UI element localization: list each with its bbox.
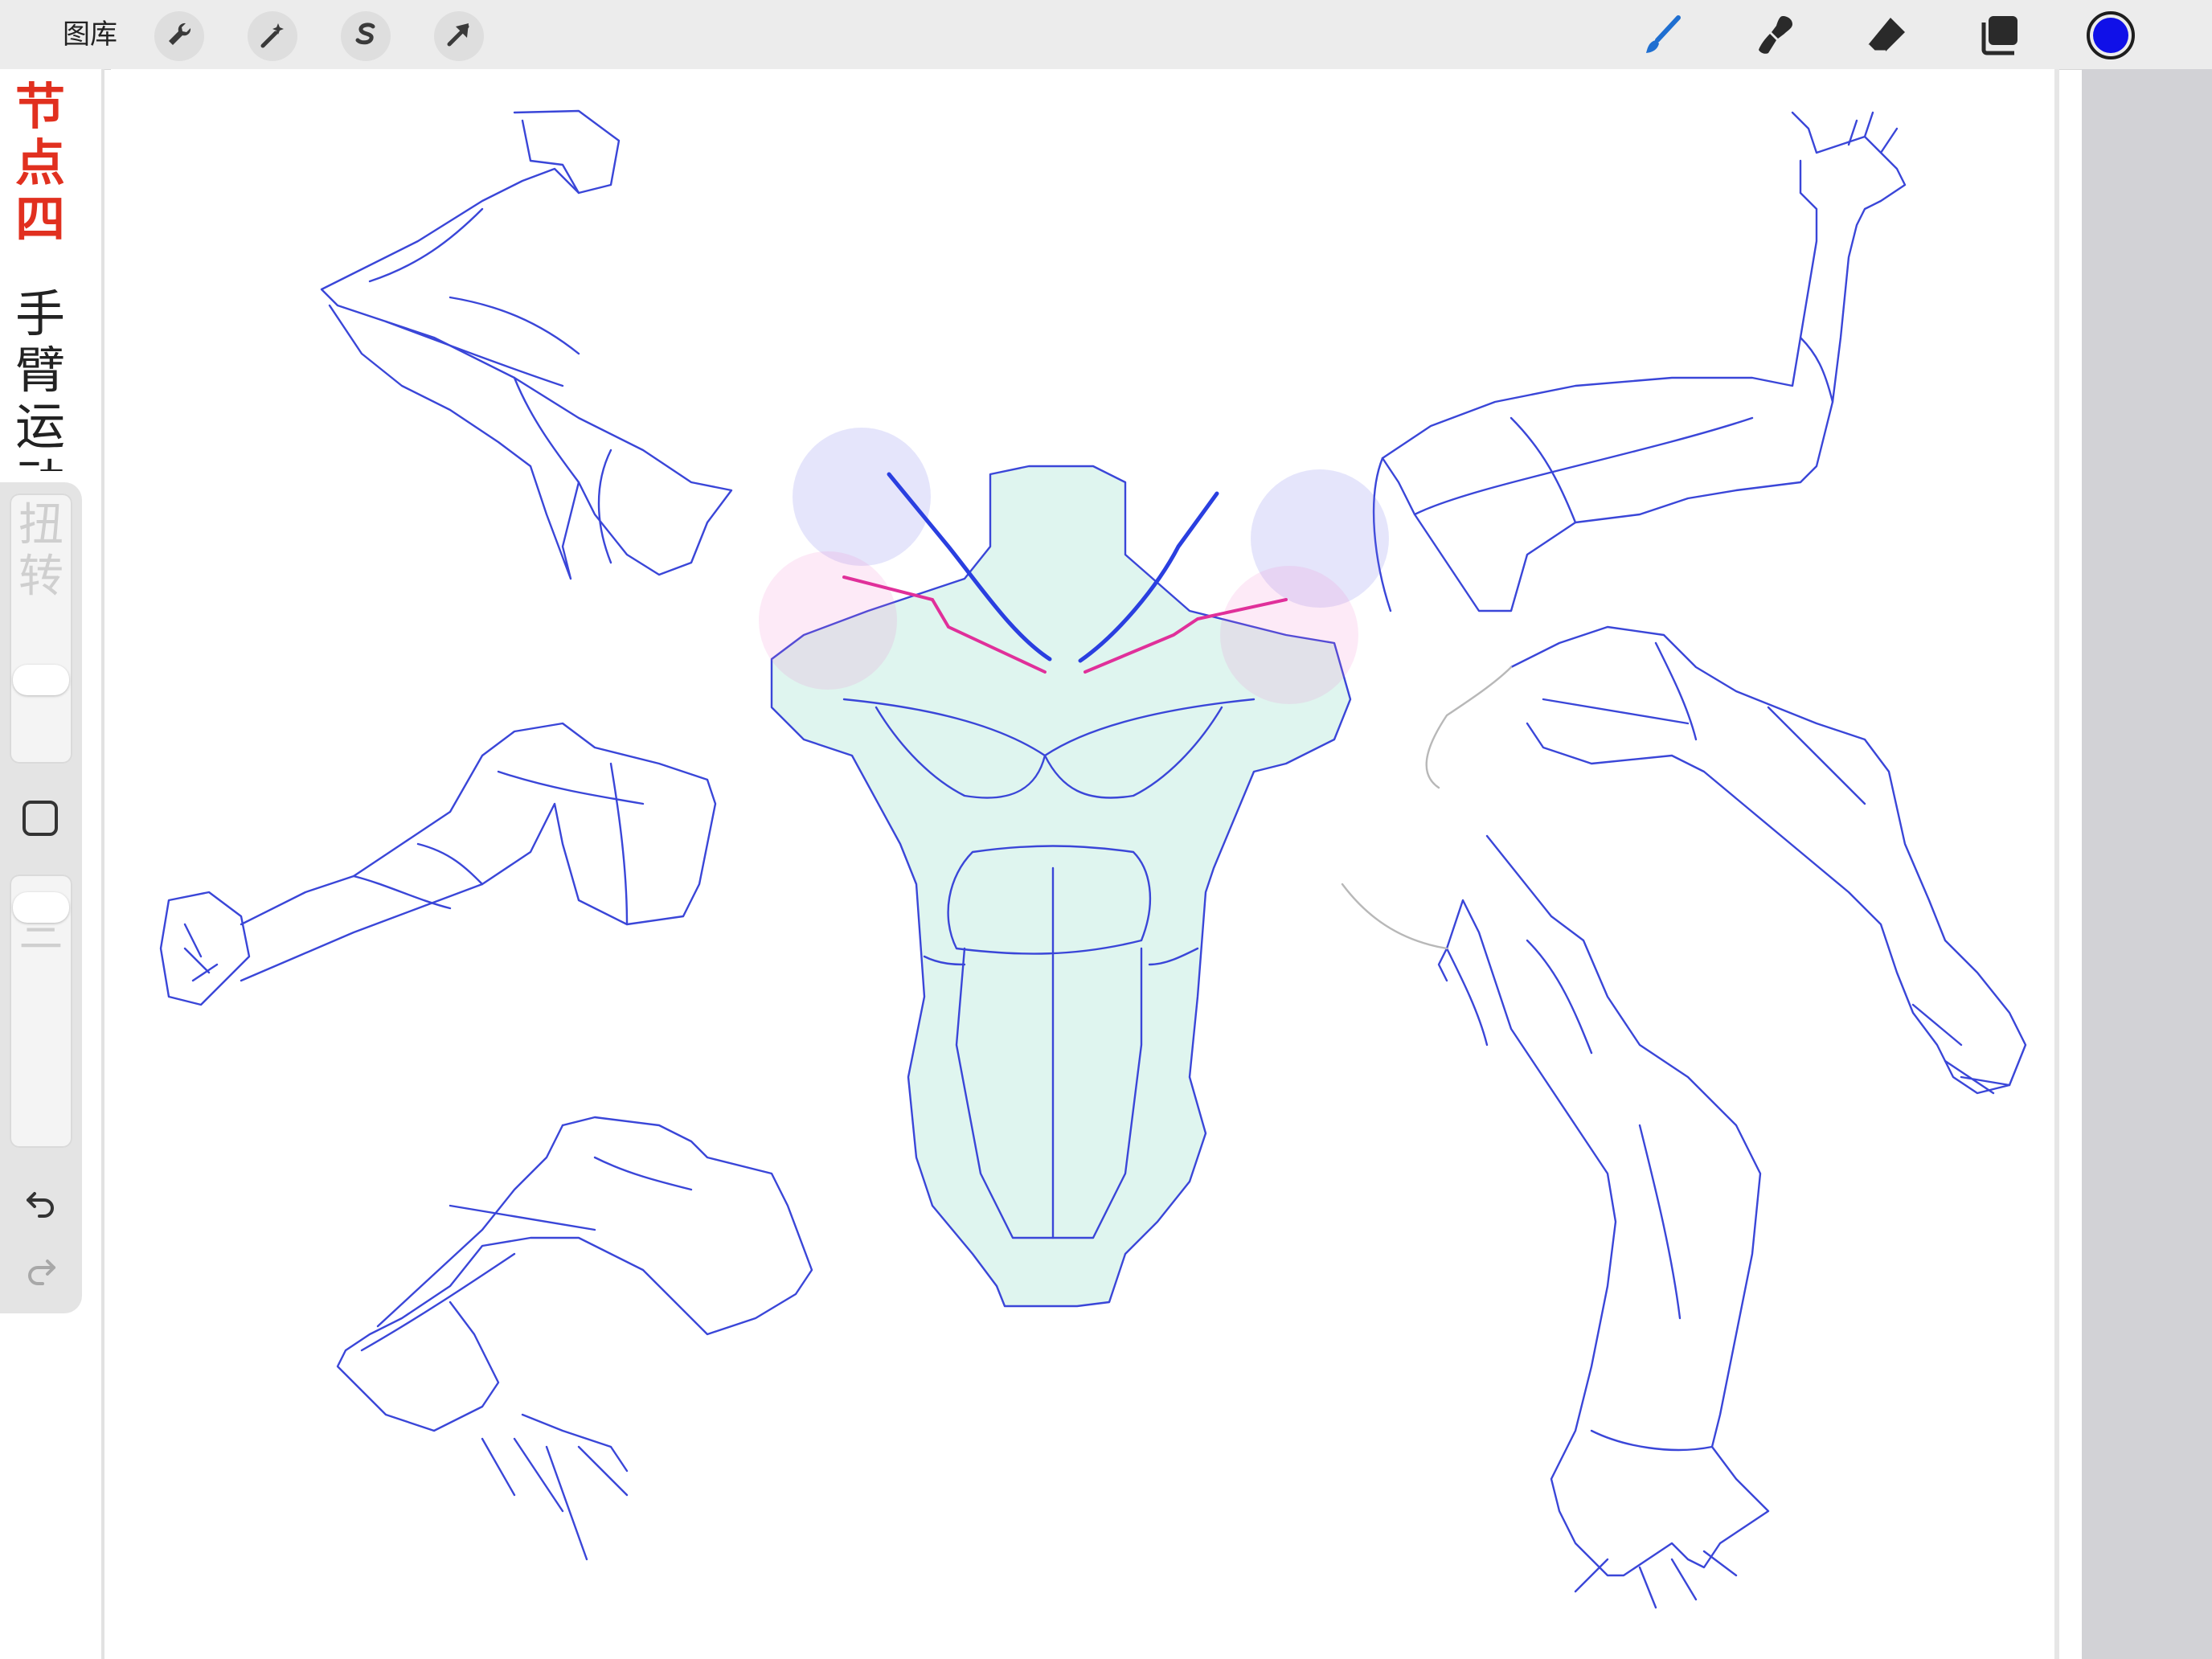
- opacity-slider[interactable]: 三: [10, 875, 72, 1148]
- arm-sketch-raised: [1372, 111, 1907, 612]
- brush-size-ghost-text: 扭转: [18, 500, 63, 603]
- title-node: 节点四: [14, 77, 65, 248]
- arm-sketch-extended: [1425, 625, 2027, 1095]
- side-toolbar: 扭转 三: [0, 482, 82, 1313]
- square-icon[interactable]: [23, 801, 58, 836]
- arm-sketch-hand-down: [336, 1116, 813, 1561]
- brush-size-slider[interactable]: 扭转: [10, 494, 72, 764]
- opacity-handle[interactable]: [13, 891, 69, 923]
- redo-button[interactable]: [18, 1249, 64, 1296]
- arm-sketch-fist: [159, 722, 717, 1006]
- arm-sketch-flexed: [320, 109, 733, 580]
- arm-sketch-hanging: [1341, 834, 1770, 1609]
- title-topic: 手臂运动: [14, 286, 65, 471]
- arm-anatomy-sketch: [159, 109, 2027, 1609]
- undo-icon: [23, 1186, 59, 1224]
- redo-icon: [23, 1253, 59, 1292]
- undo-button[interactable]: [18, 1182, 64, 1228]
- brush-size-handle[interactable]: [13, 664, 69, 695]
- opacity-ghost-text: 三: [18, 907, 63, 958]
